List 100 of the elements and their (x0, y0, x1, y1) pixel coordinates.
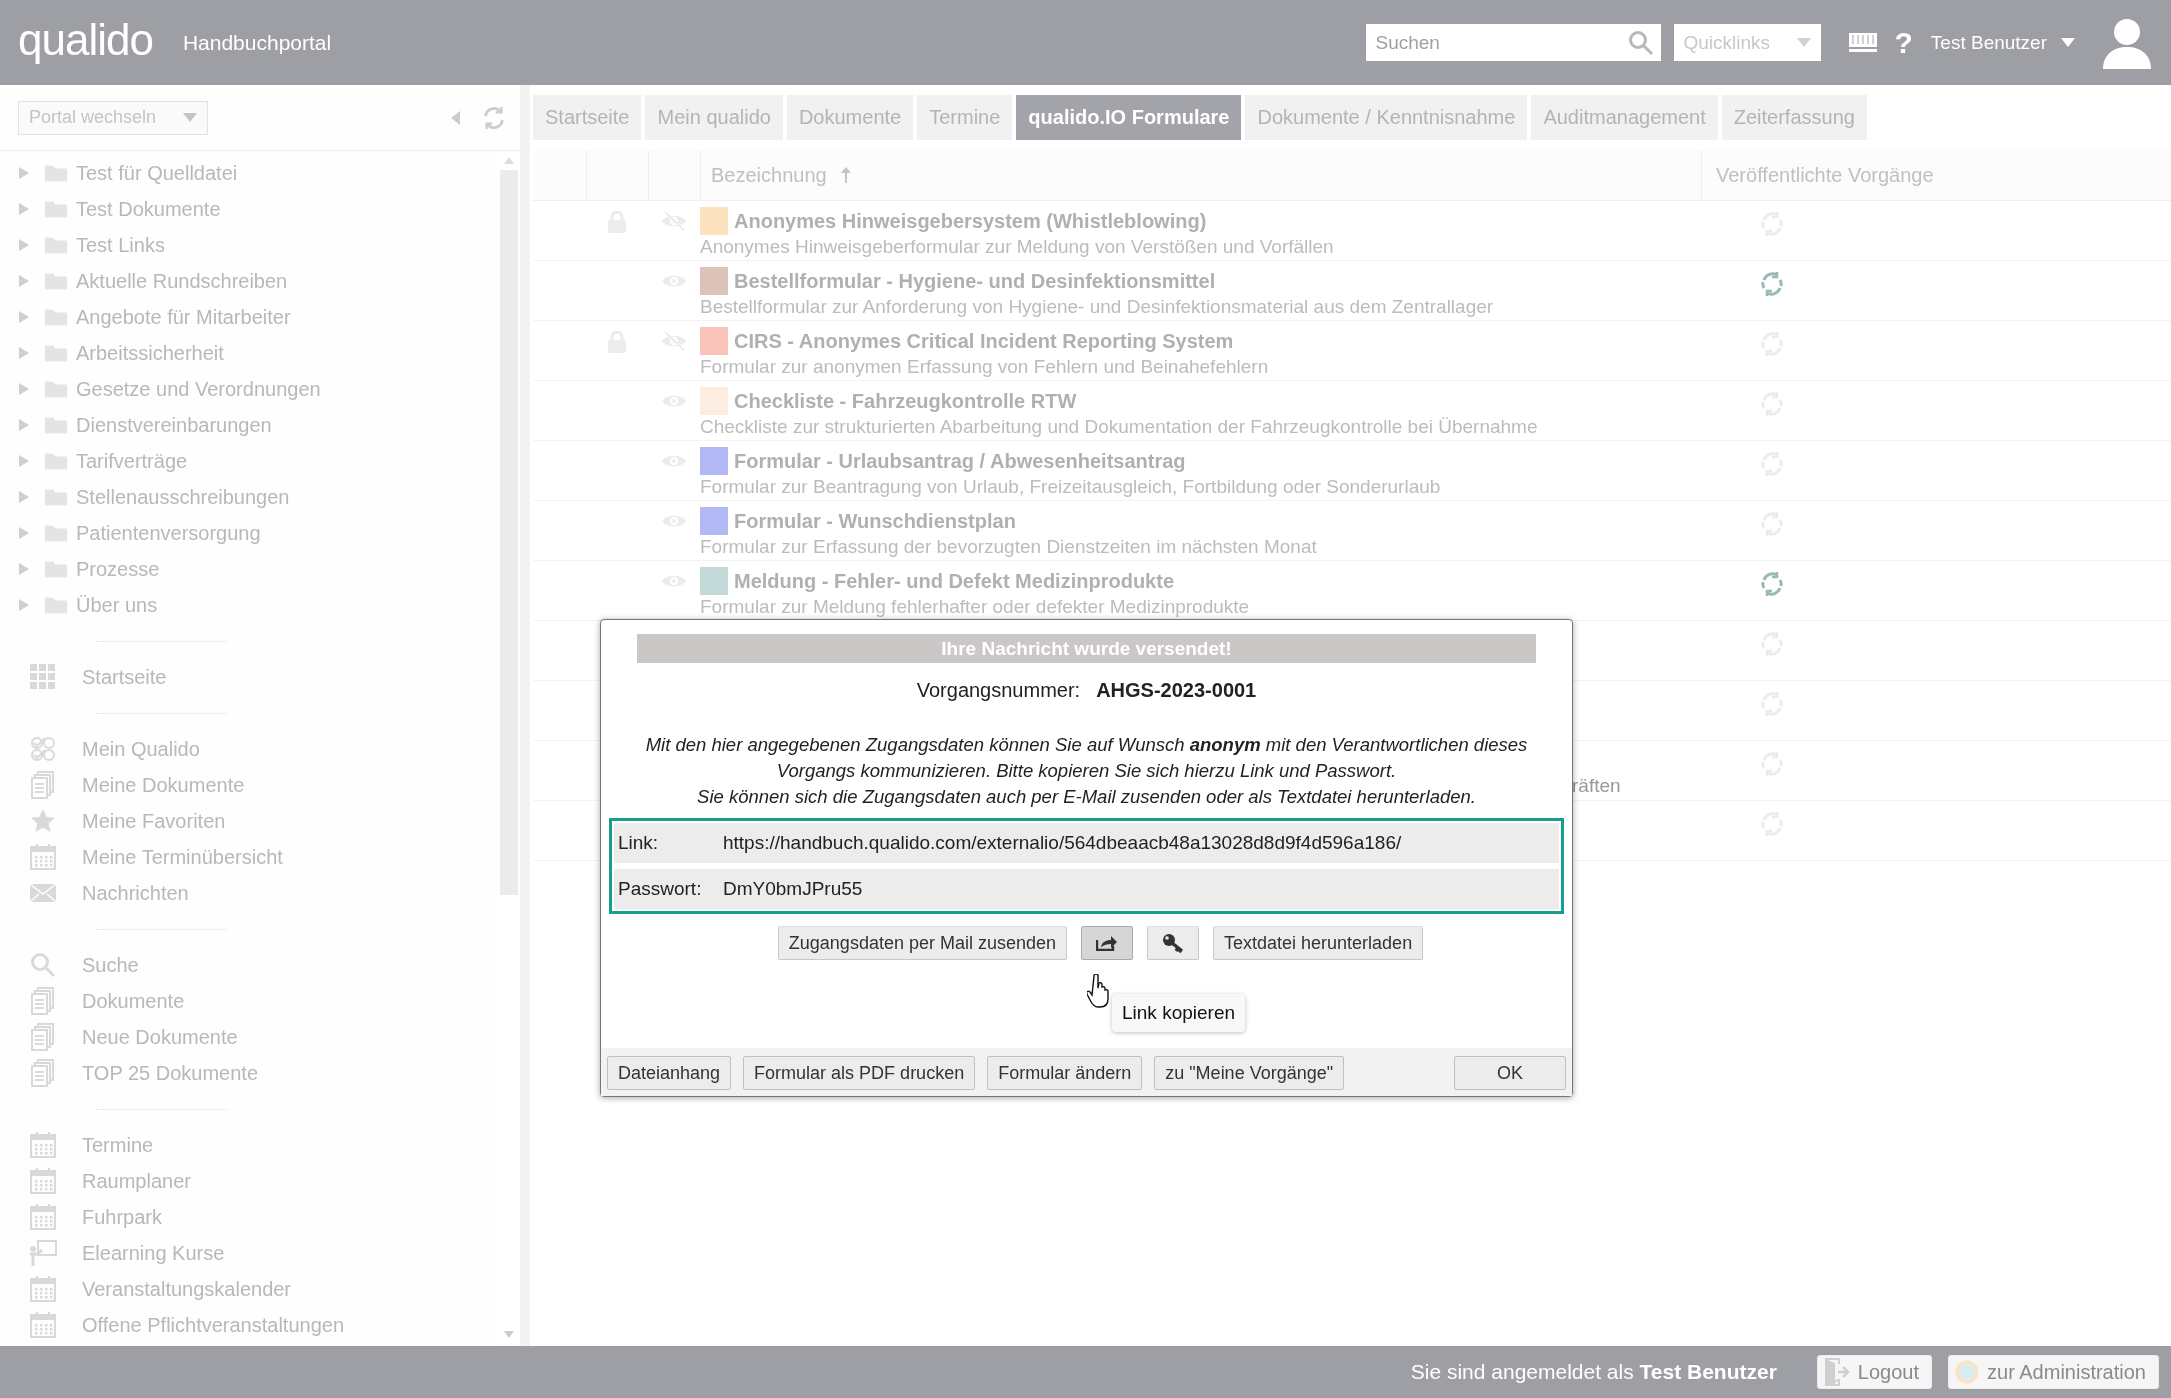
folder-icon (44, 199, 68, 219)
menu-item[interactable]: Offene Pflichtveranstaltungen (82, 1313, 345, 1337)
dialog-button[interactable]: Formular ändern (987, 1056, 1143, 1090)
tab[interactable]: Dokumente (786, 95, 914, 140)
form-description: räften (1572, 775, 1622, 797)
search-button[interactable] (1620, 24, 1661, 61)
folder-item[interactable]: Über uns (76, 593, 158, 617)
column-header[interactable]: Bezeichnung (711, 163, 827, 187)
expand-arrow-icon[interactable] (19, 239, 29, 251)
documents-icon (31, 771, 55, 799)
case-number: AHGS-2023-0001 (1096, 679, 1257, 702)
expand-arrow-icon[interactable] (19, 455, 29, 467)
form-title[interactable]: Checkliste - Fahrzeugkontrolle RTW (734, 389, 1077, 413)
password-button[interactable] (1147, 926, 1199, 960)
search-field[interactable]: Suchen (1365, 24, 1621, 61)
menu-item[interactable]: Dokumente (82, 989, 185, 1013)
tab[interactable]: Termine (917, 95, 1013, 140)
documents-icon (31, 1023, 55, 1051)
menu-item[interactable]: Startseite (82, 665, 167, 689)
folder-item[interactable]: Angebote für Mitarbeiter (76, 305, 291, 329)
expand-arrow-icon[interactable] (19, 275, 29, 287)
circle-icon (1955, 1360, 1980, 1384)
calendar-icon (30, 1276, 56, 1302)
tab[interactable]: Startseite (533, 95, 642, 140)
collapse-arrow-icon[interactable] (451, 110, 460, 125)
folder-item[interactable]: Prozesse (76, 557, 160, 581)
folder-item[interactable]: Aktuelle Rundschreiben (76, 269, 288, 293)
documents-icon (31, 987, 55, 1015)
expand-arrow-icon[interactable] (19, 419, 29, 431)
tab[interactable]: Mein qualido (645, 95, 783, 140)
column-header[interactable]: Veröffentlichte Vorgänge (1716, 163, 1934, 187)
menu-item[interactable]: Mein Qualido (82, 737, 200, 761)
menu-item[interactable]: Termine (82, 1133, 154, 1157)
menu-item[interactable]: Raumplaner (82, 1169, 191, 1193)
form-title[interactable]: Meldung - Fehler- und Defekt Medizinprodukte (734, 569, 1174, 593)
folder-item[interactable]: Patientenversorgung (76, 521, 261, 545)
folder-item[interactable]: Stellenausschreibungen (76, 485, 290, 509)
tab[interactable]: Zeiterfassung (1721, 95, 1867, 140)
folder-item[interactable]: Tarifverträge (76, 449, 188, 473)
folder-item[interactable]: Gesetze und Verordnungen (76, 377, 321, 401)
keyboard-icon[interactable] (1848, 32, 1877, 53)
form-title[interactable]: Anonymes Hinweisgebersystem (Whistleblowing) (734, 209, 1207, 233)
tab[interactable]: Auditmanagement (1531, 95, 1718, 140)
tab[interactable]: Dokumente / Kenntnisnahme (1245, 95, 1528, 140)
form-title[interactable]: Formular - Wunschdienstplan (734, 509, 1016, 533)
folder-item[interactable]: Arbeitssicherheit (76, 341, 224, 365)
form-title[interactable]: Formular - Urlaubsantrag / Abwesenheitsantrag (734, 449, 1186, 473)
folder-icon (44, 559, 68, 579)
expand-arrow-icon[interactable] (19, 167, 29, 179)
action-button[interactable]: Textdatei herunterladen (1213, 926, 1424, 960)
expand-arrow-icon[interactable] (19, 563, 29, 575)
scroll-down-icon[interactable] (504, 1331, 514, 1338)
expand-arrow-icon[interactable] (19, 599, 29, 611)
expand-arrow-icon[interactable] (19, 203, 29, 215)
crossed-eye-icon[interactable] (661, 211, 687, 231)
credential-label: Passwort: (618, 878, 703, 900)
ok-button[interactable]: OK (1454, 1056, 1566, 1090)
envelope-icon (30, 883, 56, 903)
scroll-up-icon[interactable] (504, 157, 514, 164)
form-title[interactable]: Bestellformular - Hygiene- und Desinfektionsmittel (734, 269, 1216, 293)
dialog-title: Ihre Nachricht wurde versendet! (637, 634, 1536, 663)
menu-item[interactable]: Elearning Kurse (82, 1241, 225, 1265)
expand-arrow-icon[interactable] (19, 311, 29, 323)
copy-link-button[interactable] (1081, 926, 1133, 960)
menu-item[interactable]: Meine Dokumente (82, 773, 245, 797)
menu-item[interactable]: Fuhrpark (82, 1205, 163, 1229)
form-title[interactable]: CIRS - Anonymes Critical Incident Reporting System (734, 329, 1234, 353)
dialog-button[interactable]: Dateianhang (607, 1056, 732, 1090)
folder-icon (44, 271, 68, 291)
menu-item[interactable]: Neue Dokumente (82, 1025, 238, 1049)
folder-item[interactable]: Test für Quelldatei (76, 161, 238, 185)
expand-arrow-icon[interactable] (19, 527, 29, 539)
portal-title: Handbuchportal (182, 30, 333, 55)
calendar-icon (30, 1132, 56, 1158)
menu-item[interactable]: Meine Favoriten (82, 809, 226, 833)
menu-item[interactable]: Veranstaltungskalender (82, 1277, 292, 1301)
folder-item[interactable]: Dienstvereinbarungen (76, 413, 272, 437)
administration-button[interactable]: zur Administration (1948, 1355, 2159, 1389)
dialog-button[interactable]: Formular als PDF drucken (743, 1056, 976, 1090)
expand-arrow-icon[interactable] (19, 491, 29, 503)
tab[interactable]: qualido.IO Formulare (1016, 95, 1242, 140)
help-button[interactable]: ? (1894, 25, 1913, 60)
crossed-eye-icon[interactable] (661, 331, 687, 351)
user-menu[interactable]: Test Benutzer (1930, 31, 2075, 54)
refresh-icon[interactable] (482, 105, 506, 130)
menu-item[interactable]: Suche (82, 953, 139, 977)
menu-item[interactable]: Nachrichten (82, 881, 189, 905)
expand-arrow-icon[interactable] (19, 347, 29, 359)
menu-item[interactable]: TOP 25 Dokumente (82, 1061, 259, 1085)
sort-arrow-icon[interactable] (840, 167, 851, 183)
expand-arrow-icon[interactable] (19, 383, 29, 395)
folder-item[interactable]: Test Links (76, 233, 165, 257)
menu-item[interactable]: Meine Terminübersicht (82, 845, 283, 869)
hand-cursor-icon (1087, 974, 1111, 1008)
user-avatar-icon[interactable] (2101, 16, 2153, 69)
folder-item[interactable]: Test Dokumente (76, 197, 221, 221)
action-button[interactable]: Zugangsdaten per Mail zusenden (777, 926, 1067, 960)
credential-label: Link: (618, 832, 660, 854)
logout-button[interactable]: Logout (1816, 1355, 1933, 1389)
dialog-button[interactable]: zu "Meine Vorgänge" (1154, 1056, 1345, 1090)
